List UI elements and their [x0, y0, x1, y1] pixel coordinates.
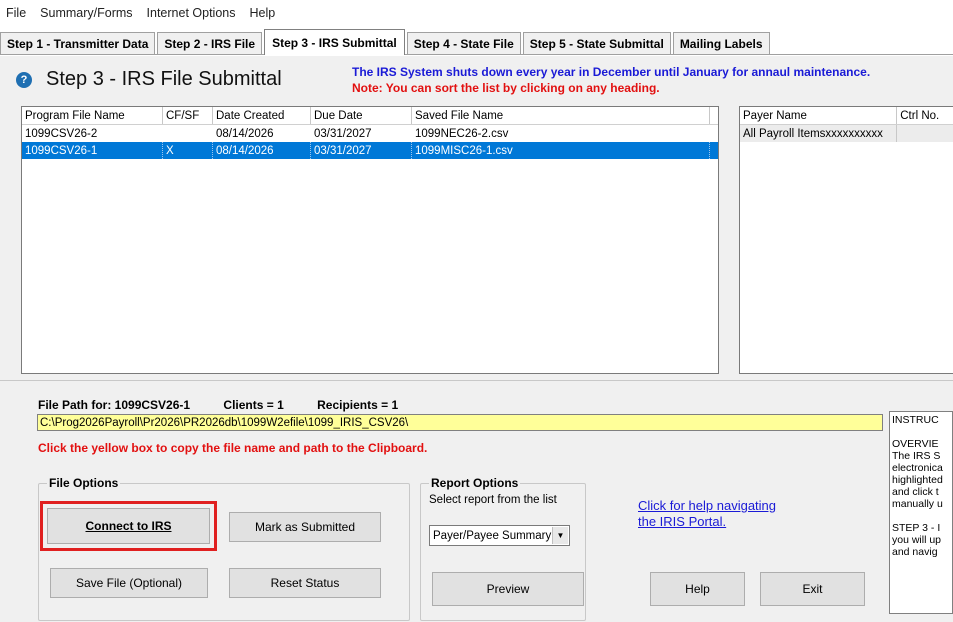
clipboard-note: Click the yellow box to copy the file na…	[38, 441, 428, 455]
column-saved-file-name[interactable]: Saved File Name	[412, 107, 710, 124]
maintenance-notice: The IRS System shuts down every year in …	[352, 65, 871, 79]
save-file-button[interactable]: Save File (Optional)	[50, 568, 208, 598]
table-row-selected[interactable]: 1099CSV26-1 X 08/14/2026 03/31/2027 1099…	[22, 142, 718, 159]
cell-ctrl-no	[897, 125, 953, 142]
tab-step5-state-submittal[interactable]: Step 5 - State Submittal	[522, 32, 671, 54]
payer-list[interactable]: Payer Name Ctrl No. All Payroll Itemsxxx…	[739, 106, 953, 374]
exit-button[interactable]: Exit	[760, 572, 865, 606]
page-header: ? Step 3 - IRS File Submittal	[16, 68, 282, 91]
help-button[interactable]: Help	[650, 572, 745, 606]
file-path-for-label: File Path for: 1099CSV26-1	[38, 398, 191, 412]
connect-to-irs-button[interactable]: Connect to IRS	[47, 508, 210, 544]
column-cf-sf[interactable]: CF/SF	[163, 107, 213, 124]
report-select[interactable]: Payer/Payee Summary ▼	[429, 525, 570, 546]
instructions-line: you will up	[892, 534, 942, 546]
column-payer-name[interactable]: Payer Name	[740, 107, 898, 124]
report-select-value: Payer/Payee Summary	[433, 529, 552, 542]
sort-note: Note: You can sort the list by clicking …	[352, 81, 660, 95]
instructions-line: STEP 3 - I	[892, 522, 941, 534]
file-info-line: File Path for: 1099CSV26-1 Clients = 1 R…	[38, 398, 428, 412]
cell-date-created: 08/14/2026	[213, 142, 311, 159]
cell-saved-file-name: 1099MISC26-1.csv	[412, 142, 710, 159]
column-date-created[interactable]: Date Created	[213, 107, 311, 124]
question-icon[interactable]: ?	[16, 71, 32, 88]
instructions-line: manually u	[892, 498, 943, 510]
tab-step1-transmitter-data[interactable]: Step 1 - Transmitter Data	[0, 32, 156, 54]
step-tabs: Step 1 - Transmitter Data Step 2 - IRS F…	[0, 27, 953, 55]
bottom-panel: File Path for: 1099CSV26-1 Clients = 1 R…	[0, 380, 953, 622]
report-options-subtitle: Select report from the list	[429, 494, 557, 506]
iris-help-link-line2[interactable]: the IRIS Portal.	[638, 514, 726, 529]
report-options-legend: Report Options	[429, 476, 521, 490]
clients-count: Clients = 1	[223, 398, 284, 412]
iris-help-link-line1[interactable]: Click for help navigating	[638, 498, 776, 513]
file-path-box[interactable]: C:\Prog2026Payroll\Pr2026\PR2026db\1099W…	[37, 414, 883, 431]
cell-saved-file-name: 1099NEC26-2.csv	[415, 127, 509, 140]
column-due-date[interactable]: Due Date	[311, 107, 412, 124]
mark-as-submitted-button[interactable]: Mark as Submitted	[229, 512, 381, 542]
cell-program-file-name: 1099CSV26-2	[25, 127, 98, 140]
tab-step2-irs-file[interactable]: Step 2 - IRS File	[157, 32, 263, 54]
reset-status-button[interactable]: Reset Status	[229, 568, 381, 598]
tab-step4-state-file[interactable]: Step 4 - State File	[406, 32, 521, 54]
file-list-header: Program File Name CF/SF Date Created Due…	[22, 107, 718, 125]
cell-payer-name: All Payroll Itemsxxxxxxxxxx	[740, 125, 898, 142]
instructions-line	[892, 510, 950, 522]
instructions-line: OVERVIE	[892, 438, 939, 450]
instructions-line	[892, 426, 950, 438]
file-options-legend: File Options	[47, 476, 121, 490]
instructions-panel[interactable]: INSTRUC OVERVIE The IRS S electronica hi…	[889, 411, 953, 614]
chevron-down-icon[interactable]: ▼	[552, 527, 568, 544]
file-list[interactable]: Program File Name CF/SF Date Created Due…	[21, 106, 719, 374]
instructions-line: INSTRUC	[892, 414, 939, 426]
instructions-line: The IRS S	[892, 450, 941, 462]
tab-content: ? Step 3 - IRS File Submittal The IRS Sy…	[0, 56, 953, 622]
preview-button[interactable]: Preview	[432, 572, 584, 606]
instructions-line: and click t	[892, 486, 939, 498]
cell-due-date: 03/31/2027	[311, 142, 412, 159]
menu-bar: File Summary/Forms Internet Options Help	[0, 0, 953, 26]
payer-list-header: Payer Name Ctrl No.	[740, 107, 953, 125]
instructions-line: and navig	[892, 546, 938, 558]
instructions-line: highlighted	[892, 474, 943, 486]
instructions-line: electronica	[892, 462, 943, 474]
cell-cf-sf	[163, 125, 213, 142]
cell-cf-sf: X	[163, 142, 213, 159]
cell-due-date: 03/31/2027	[314, 127, 372, 140]
page-title: Step 3 - IRS File Submittal	[46, 68, 282, 90]
cell-program-file-name: 1099CSV26-1	[22, 142, 163, 159]
menu-summary-forms[interactable]: Summary/Forms	[40, 6, 132, 20]
column-program-file-name[interactable]: Program File Name	[22, 107, 163, 124]
menu-internet-options[interactable]: Internet Options	[147, 6, 236, 20]
recipients-count: Recipients = 1	[317, 398, 399, 412]
menu-help[interactable]: Help	[249, 6, 275, 20]
tab-step3-irs-submittal[interactable]: Step 3 - IRS Submittal	[264, 29, 405, 55]
column-ctrl-no[interactable]: Ctrl No.	[897, 107, 953, 124]
table-row[interactable]: 1099CSV26-2 08/14/2026 03/31/2027 1099NE…	[22, 125, 718, 142]
menu-file[interactable]: File	[6, 6, 26, 20]
cell-date-created: 08/14/2026	[216, 127, 274, 140]
list-item[interactable]: All Payroll Itemsxxxxxxxxxx	[740, 125, 953, 142]
tab-mailing-labels[interactable]: Mailing Labels	[672, 32, 770, 54]
